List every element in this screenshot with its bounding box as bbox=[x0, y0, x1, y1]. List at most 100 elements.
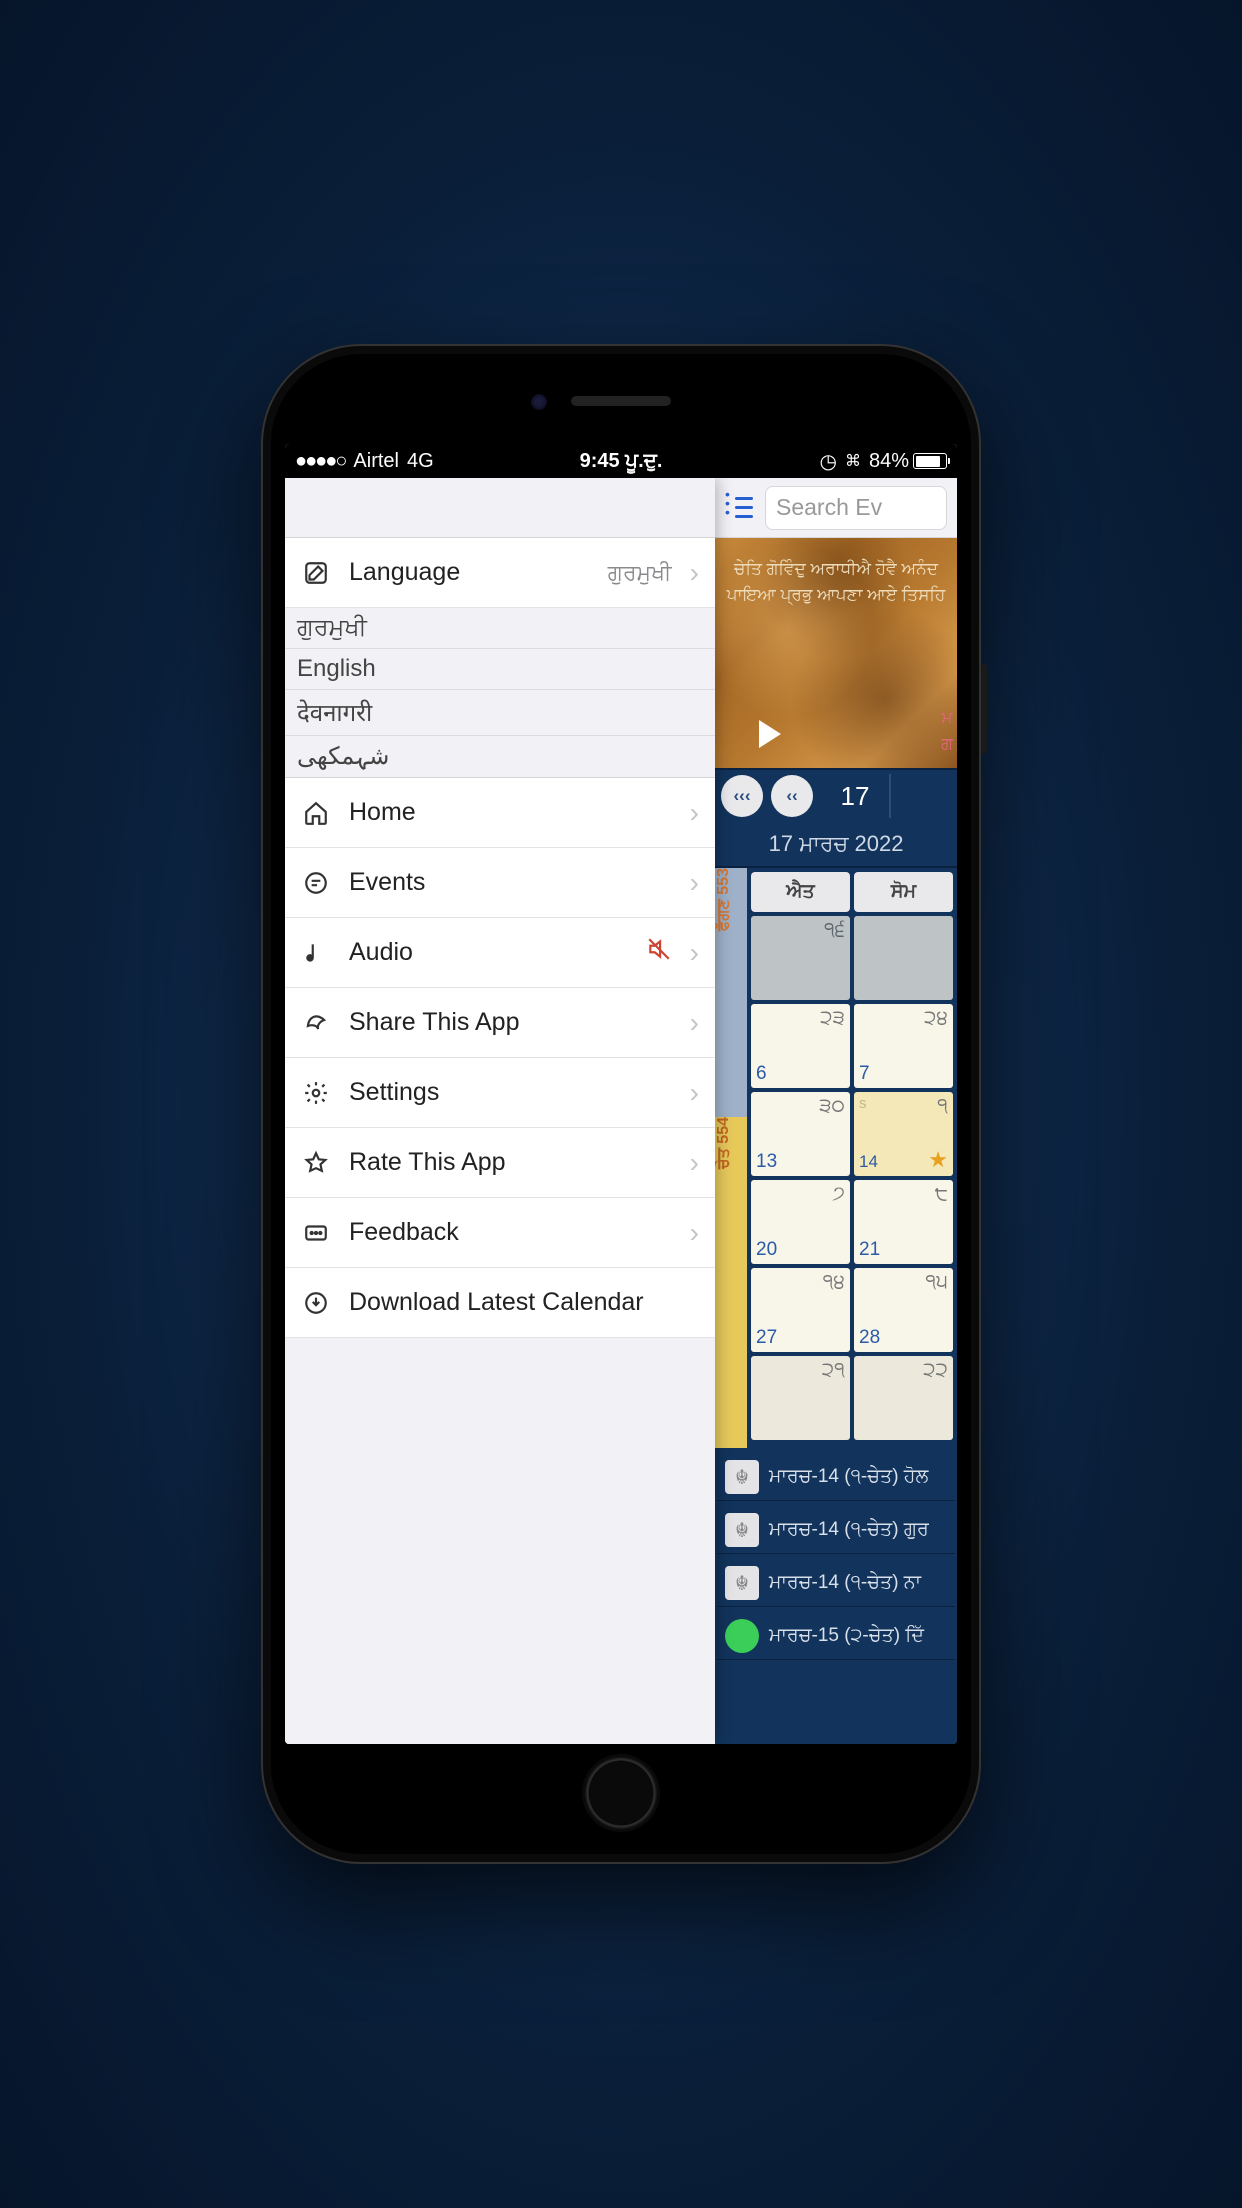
cell-bottom-number: 27 bbox=[756, 1327, 777, 1349]
app-toolbar: Search Ev bbox=[715, 478, 957, 538]
calendar-cell[interactable]: ੧੪27 bbox=[751, 1268, 850, 1352]
list-menu-icon[interactable] bbox=[725, 497, 753, 519]
month-label-top: ਫੱਗਣ 553 bbox=[715, 868, 733, 931]
signal-strength: ●●●●○ bbox=[295, 450, 345, 473]
share-icon bbox=[301, 1010, 331, 1036]
menu-events[interactable]: Events › bbox=[285, 848, 715, 918]
calendar-cell[interactable]: ੨੨ bbox=[854, 1356, 953, 1440]
prev-month-button[interactable]: ‹‹‹ bbox=[721, 775, 763, 817]
cell-bottom-number: 14 bbox=[859, 1152, 878, 1172]
hymn-banner[interactable]: ਚੇਤਿ ਗੋਵਿੰਦੁ ਅਰਾਧੀਐ ਹੋਵੈ ਅਨੰਦ ਪਾਇਆ ਪ੍ਰਭੁ… bbox=[715, 538, 957, 768]
bluetooth-icon: ⌘ bbox=[845, 451, 861, 471]
calendar-cell[interactable]: ੭20 bbox=[751, 1180, 850, 1264]
chevron-right-icon: › bbox=[690, 867, 699, 899]
month-label-bottom: ਚੇਤ 554 bbox=[715, 1117, 733, 1169]
event-row[interactable]: ☬ ਮਾਰਚ-14 (੧-ਚੇਤ) ਹੋਲ bbox=[717, 1454, 955, 1501]
dow-sun: ਐਤ bbox=[751, 872, 850, 912]
lang-option-shahmukhi[interactable]: شہمکھی bbox=[285, 736, 715, 778]
lang-option-devanagari[interactable]: देवनागरी bbox=[285, 690, 715, 736]
menu-download[interactable]: Download Latest Calendar bbox=[285, 1268, 715, 1338]
audio-label: Audio bbox=[349, 938, 628, 967]
language-label: Language bbox=[349, 558, 590, 587]
calendar-cell[interactable]: ੮ 21 bbox=[854, 1180, 953, 1264]
banner-line2: ਪਾਇਆ ਪ੍ਰਭੁ ਆਪਣਾ ਆਏ ਤਿਸਹਿ bbox=[725, 582, 947, 608]
feedback-icon bbox=[301, 1220, 331, 1246]
event-dot-icon bbox=[725, 1619, 759, 1653]
chevron-right-icon: › bbox=[690, 1077, 699, 1109]
cell-top-number: ੩੦ bbox=[819, 1095, 845, 1118]
calendar-cell[interactable]: s੧14★ bbox=[854, 1092, 953, 1176]
chevron-right-icon: › bbox=[690, 937, 699, 969]
calendar-cell[interactable]: ੧੫28 bbox=[854, 1268, 953, 1352]
event-row[interactable]: ☬ ਮਾਰਚ-14 (੧-ਚੇਤ) ਗੁਰ bbox=[717, 1507, 955, 1554]
music-note-icon bbox=[301, 940, 331, 966]
event-row[interactable]: ਮਾਰਚ-15 (੨-ਚੇਤ) ਦਿੱ bbox=[717, 1613, 955, 1660]
cell-top-number: ੨੨ bbox=[923, 1359, 948, 1382]
lang-option-english[interactable]: English bbox=[285, 649, 715, 690]
menu-audio[interactable]: Audio › bbox=[285, 918, 715, 988]
prev-day-button[interactable]: ‹‹ bbox=[771, 775, 813, 817]
event-row[interactable]: ☬ਮਾਰਚ-14 (੧-ਚੇਤ) ਨਾ bbox=[717, 1560, 955, 1607]
chevron-right-icon: › bbox=[690, 1147, 699, 1179]
menu-settings[interactable]: Settings › bbox=[285, 1058, 715, 1128]
cell-top-number: ੨੧ bbox=[822, 1359, 845, 1382]
event-text: ਮਾਰਚ-14 (੧-ਚੇਤ) ਗੁਰ bbox=[769, 1519, 929, 1541]
chevron-right-icon: › bbox=[690, 1217, 699, 1249]
event-text: ਮਾਰਚ-14 (੧-ਚੇਤ) ਹੋਲ bbox=[769, 1466, 928, 1488]
calendar-cell[interactable]: ੨੧ bbox=[751, 1356, 850, 1440]
drawer-spacer bbox=[285, 1338, 715, 1744]
status-bar: ●●●●○ Airtel 4G 9:45 ਪੂ.ਦੁ. ◷ ⌘ 84% bbox=[285, 444, 957, 478]
cell-top-number: ੧੬ bbox=[824, 919, 845, 942]
calendar-cell[interactable]: ੨੪7 bbox=[854, 1004, 953, 1088]
calendar-cell[interactable]: ੧੬ bbox=[751, 916, 850, 1000]
search-placeholder: Search Ev bbox=[776, 494, 882, 521]
events-list: ☬ ਮਾਰਚ-14 (੧-ਚੇਤ) ਹੋਲ ☬ ਮਾਰਚ-14 (੧-ਚੇਤ) ਗੁਰ… bbox=[715, 1448, 957, 1744]
cell-top-number: ੮ bbox=[935, 1183, 948, 1206]
menu-language[interactable]: Language ਗੁਰਮੁਖੀ › bbox=[285, 538, 715, 608]
play-icon[interactable] bbox=[759, 720, 781, 748]
search-input[interactable]: Search Ev bbox=[765, 486, 947, 530]
calendar-cell[interactable]: ੩੦ 13 bbox=[751, 1092, 850, 1176]
dow-mon: ਸੋਮ bbox=[854, 872, 953, 912]
edit-icon bbox=[301, 560, 331, 586]
events-label: Events bbox=[349, 868, 672, 897]
feedback-label: Feedback bbox=[349, 1218, 672, 1247]
banner-corner-2: ਗ bbox=[941, 731, 953, 757]
current-day-number[interactable]: 17 bbox=[821, 774, 891, 818]
calendar-cell[interactable] bbox=[854, 916, 953, 1000]
cell-bottom-number: 21 bbox=[859, 1239, 880, 1261]
menu-rate[interactable]: Rate This App › bbox=[285, 1128, 715, 1198]
calendar-icon bbox=[301, 870, 331, 896]
calendar-cell[interactable]: ੨੩6 bbox=[751, 1004, 850, 1088]
download-icon bbox=[301, 1290, 331, 1316]
banner-corner-1: ਮ bbox=[941, 705, 953, 731]
khanda-icon: ☬ bbox=[725, 1513, 759, 1547]
cell-bottom-number: 13 bbox=[756, 1151, 777, 1173]
battery-pct: 84% bbox=[869, 450, 909, 473]
home-button[interactable] bbox=[582, 1754, 660, 1832]
muted-icon bbox=[646, 936, 672, 969]
menu-feedback[interactable]: Feedback › bbox=[285, 1198, 715, 1268]
front-camera bbox=[531, 394, 547, 410]
khanda-icon: ☬ bbox=[725, 1460, 759, 1494]
cell-top-number: ੨੪ bbox=[924, 1007, 948, 1030]
lang-option-gurmukhi[interactable]: ਗੁਰਮੁਖੀ bbox=[285, 608, 715, 649]
star-icon: ★ bbox=[928, 1147, 948, 1173]
star-icon bbox=[301, 1150, 331, 1176]
calendar-app: Search Ev ਚੇਤਿ ਗੋਵਿੰਦੁ ਅਰਾਧੀਐ ਹੋਵੈ ਅਨੰਦ … bbox=[715, 478, 957, 1744]
screen: ●●●●○ Airtel 4G 9:45 ਪੂ.ਦੁ. ◷ ⌘ 84% bbox=[285, 444, 957, 1744]
menu-home[interactable]: Home › bbox=[285, 778, 715, 848]
gear-icon bbox=[301, 1080, 331, 1106]
share-label: Share This App bbox=[349, 1008, 672, 1037]
current-date-label: 17 ਮਾਰਚ 2022 bbox=[715, 822, 957, 868]
side-drawer: Language ਗੁਰਮੁਖੀ › ਗੁਰਮੁਖੀ English देवना… bbox=[285, 478, 715, 1744]
date-navigator: ‹‹‹ ‹‹ 17 bbox=[715, 768, 957, 822]
language-options: ਗੁਰਮੁਖੀ English देवनागरी شہمکھی bbox=[285, 608, 715, 778]
calendar-grid: ਫੱਗਣ 553 ਚੇਤ 554 ਐਤ ਸੋਮ ੧੬੨੩6੨੪7੩੦13s੧14… bbox=[715, 868, 957, 1448]
cell-top-number: ੭ bbox=[832, 1183, 845, 1206]
cell-bottom-number: 28 bbox=[859, 1327, 880, 1349]
menu-share[interactable]: Share This App › bbox=[285, 988, 715, 1058]
rate-label: Rate This App bbox=[349, 1148, 672, 1177]
chevron-right-icon: › bbox=[690, 797, 699, 829]
home-icon bbox=[301, 800, 331, 826]
